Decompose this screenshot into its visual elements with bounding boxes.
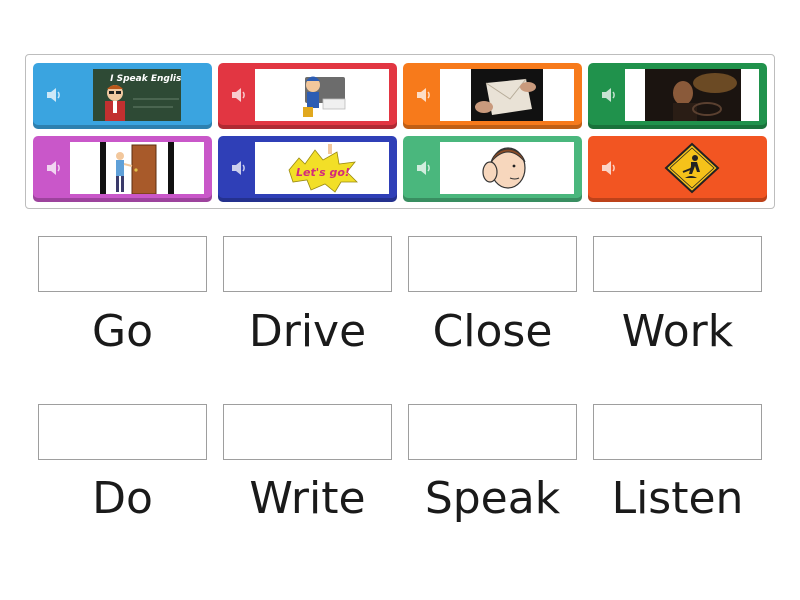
target-label-speak: Speak [424, 473, 561, 524]
hands-closing-envelope-picture [440, 69, 574, 121]
speaker-icon[interactable] [45, 86, 63, 104]
lets-go-badge-picture: Let's go! [255, 142, 389, 194]
tile-speak-english[interactable]: I Speak English! [33, 63, 212, 129]
target-label-write: Write [249, 473, 366, 524]
boy-writing-picture [255, 69, 389, 121]
drop-slot-speak[interactable] [408, 404, 577, 460]
target-label-do: Do [92, 473, 153, 524]
speaker-icon[interactable] [600, 86, 618, 104]
tile-listening[interactable] [403, 136, 582, 202]
drop-slot-listen[interactable] [593, 404, 762, 460]
drop-slot-close[interactable] [408, 236, 577, 292]
tile-caption: I Speak English! [110, 74, 181, 84]
drop-slot-work[interactable] [593, 236, 762, 292]
speaker-icon[interactable] [230, 159, 248, 177]
tile-door[interactable] [33, 136, 212, 202]
target-label-drive: Drive [248, 306, 367, 357]
target-label-work: Work [621, 306, 734, 357]
i-speak-english-boy-picture: I Speak English! [93, 69, 181, 121]
tile-writing[interactable] [218, 63, 397, 129]
tile-work-sign[interactable] [588, 136, 767, 202]
person-closing-door-picture [70, 142, 204, 194]
speaker-icon[interactable] [415, 86, 433, 104]
speaker-icon[interactable] [415, 159, 433, 177]
target-label-close: Close [432, 306, 553, 357]
drop-slot-go[interactable] [38, 236, 207, 292]
tile-envelope[interactable] [403, 63, 582, 129]
drop-slot-write[interactable] [223, 404, 392, 460]
target-label-listen: Listen [611, 473, 744, 524]
speaker-icon[interactable] [45, 159, 63, 177]
person-listening-picture [440, 142, 574, 194]
speaker-icon[interactable] [600, 159, 618, 177]
target-label-go: Go [91, 306, 153, 357]
men-at-work-sign-picture [625, 142, 759, 194]
match-up-activity: I Speak English! [0, 0, 800, 600]
drop-slot-do[interactable] [38, 404, 207, 460]
tile-lets-go[interactable]: Let's go! [218, 136, 397, 202]
tile-caption: Let's go! [296, 166, 350, 179]
man-driving-at-night-picture [625, 69, 759, 121]
speaker-icon[interactable] [230, 86, 248, 104]
tile-driving[interactable] [588, 63, 767, 129]
drop-slot-drive[interactable] [223, 236, 392, 292]
